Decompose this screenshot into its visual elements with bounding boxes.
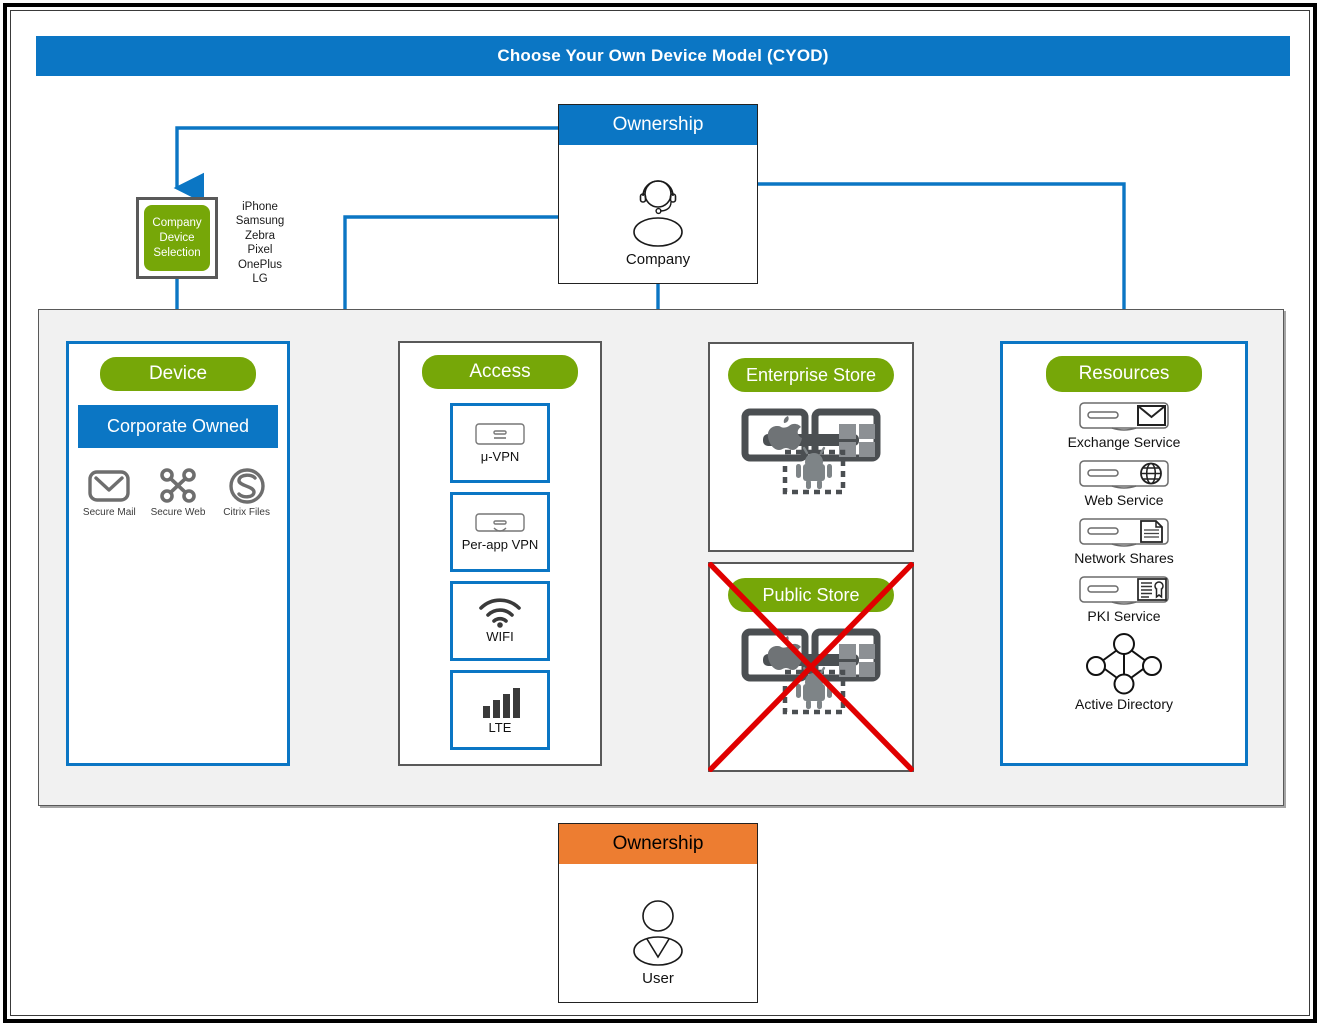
list-item: LG bbox=[252, 273, 268, 286]
device-selection-line-1: Company bbox=[152, 216, 202, 229]
app-label: Secure Web bbox=[150, 507, 206, 518]
app-label: Citrix Files bbox=[223, 507, 270, 518]
access-item-lte[interactable]: LTE bbox=[450, 670, 550, 750]
app-label: Secure Mail bbox=[82, 507, 136, 518]
company-device-selection-box: Company Device Selection bbox=[136, 197, 218, 279]
ownership-user-label: User bbox=[642, 969, 674, 987]
server-certificate-icon bbox=[1079, 576, 1169, 605]
ownership-user-header: Ownership bbox=[559, 824, 757, 864]
list-item: iPhone bbox=[242, 201, 278, 213]
device-panel: Device Corporate Owned Secure Mail Secur… bbox=[66, 341, 290, 766]
resources-panel: Resources Exchange Service Web Service N… bbox=[1000, 341, 1248, 766]
enterprise-store-panel: Enterprise Store bbox=[708, 342, 914, 552]
lte-signal-bars-icon bbox=[483, 688, 520, 718]
user-avatar-icon bbox=[633, 899, 683, 966]
enterprise-store-icon-wrap bbox=[710, 406, 912, 502]
resource-label: Network Shares bbox=[1074, 550, 1174, 566]
access-panel: Access μ-VPN Per-app VPN WIFI LTE bbox=[398, 341, 602, 766]
per-app-vpn-icon bbox=[475, 513, 525, 532]
access-item-label: Per-app VPN bbox=[461, 537, 539, 552]
device-app-row: Secure Mail Secure Web Citrix Files bbox=[69, 466, 287, 518]
access-item-wifi[interactable]: WIFI bbox=[450, 581, 550, 661]
secure-web-icon bbox=[160, 468, 196, 503]
access-item-per-app-vpn[interactable]: Per-app VPN bbox=[450, 492, 550, 572]
device-selection-line-2: Device bbox=[159, 231, 195, 244]
ownership-user-card: Ownership User bbox=[558, 823, 758, 1003]
resource-pki-service[interactable]: PKI Service bbox=[1003, 575, 1245, 624]
list-item: Samsung bbox=[235, 215, 285, 228]
citrix-files-icon bbox=[228, 468, 265, 504]
company-headset-avatar-icon bbox=[633, 179, 683, 247]
wifi-icon bbox=[479, 598, 521, 628]
list-item: Pixel bbox=[247, 244, 273, 257]
device-selection-line-3: Selection bbox=[153, 246, 201, 259]
access-item-mvpn[interactable]: μ-VPN bbox=[450, 403, 550, 483]
ownership-company-label: Company bbox=[625, 250, 691, 268]
resource-label: PKI Service bbox=[1087, 608, 1161, 624]
ownership-company-header: Ownership bbox=[559, 105, 757, 145]
resource-web-service[interactable]: Web Service bbox=[1003, 459, 1245, 508]
resource-active-directory[interactable]: Active Directory bbox=[1003, 633, 1245, 712]
resource-label: Active Directory bbox=[1074, 696, 1174, 712]
app-store-platforms-icon bbox=[741, 408, 881, 495]
list-item: OnePlus bbox=[237, 258, 283, 271]
device-panel-title: Device bbox=[100, 357, 256, 391]
server-globe-icon bbox=[1079, 460, 1169, 489]
enterprise-store-title: Enterprise Store bbox=[728, 358, 894, 392]
resource-label: Exchange Service bbox=[1067, 434, 1181, 450]
secure-mail-icon bbox=[88, 470, 131, 502]
ownership-company-body: Company bbox=[559, 145, 757, 283]
app-citrix-files[interactable]: Citrix Files bbox=[214, 466, 280, 518]
resource-network-shares[interactable]: Network Shares bbox=[1003, 517, 1245, 566]
device-model-list: iPhone Samsung Zebra Pixel OnePlus LG bbox=[222, 200, 298, 286]
server-mail-icon bbox=[1079, 402, 1169, 431]
red-x-icon bbox=[708, 562, 914, 772]
resource-exchange-service[interactable]: Exchange Service bbox=[1003, 401, 1245, 450]
access-item-label: LTE bbox=[488, 720, 512, 735]
resources-panel-title: Resources bbox=[1046, 356, 1202, 392]
server-document-icon bbox=[1079, 518, 1169, 547]
active-directory-nodes-icon bbox=[1086, 633, 1162, 695]
app-secure-web[interactable]: Secure Web bbox=[145, 466, 211, 518]
list-item: Zebra bbox=[244, 229, 276, 242]
access-item-label: WIFI bbox=[486, 629, 514, 644]
company-device-selection-pill: Company Device Selection bbox=[144, 205, 210, 271]
corporate-owned-banner: Corporate Owned bbox=[78, 405, 278, 448]
ownership-user-body: User bbox=[559, 864, 757, 1002]
vpn-tunnel-icon bbox=[475, 423, 525, 445]
app-secure-mail[interactable]: Secure Mail bbox=[76, 466, 142, 518]
resource-label: Web Service bbox=[1084, 492, 1164, 508]
access-item-label: μ-VPN bbox=[480, 449, 520, 464]
public-store-blocked-overlay bbox=[708, 562, 914, 772]
access-panel-title: Access bbox=[422, 355, 578, 389]
ownership-company-card: Ownership Company bbox=[558, 104, 758, 284]
